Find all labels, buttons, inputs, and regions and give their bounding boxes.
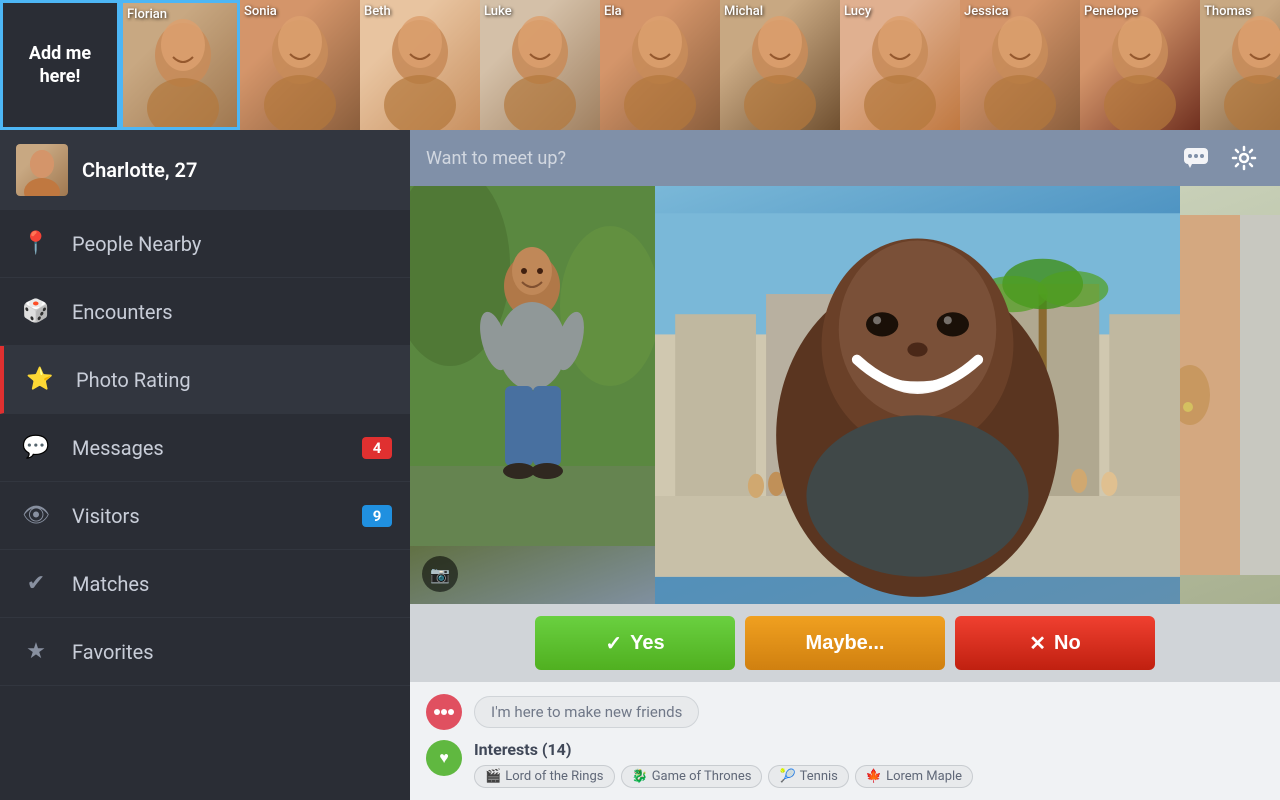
nav-icon-matches: ✔ [18,566,54,602]
sidebar-profile[interactable]: Charlotte, 27 [0,130,410,210]
sidebar-item-visitors[interactable]: 👁 Visitors 9 [0,482,410,550]
maybe-button[interactable]: Maybe... [745,616,945,670]
nav-label-messages: Messages [72,436,362,460]
top-person-lucy[interactable]: Lucy [840,0,960,130]
sidebar-item-favorites[interactable]: ★ Favorites [0,618,410,686]
interest-tag: 🎾Tennis [768,765,848,788]
badge-visitors: 9 [362,505,392,527]
top-person-florian[interactable]: Florian [120,0,240,130]
photo-right[interactable] [655,186,1180,604]
photo-left[interactable]: 📷 [410,186,655,604]
photos-area: 📷 [410,186,1280,604]
nav-label-people-nearby: People Nearby [72,232,392,256]
nav-icon-visitors: 👁 [18,498,54,534]
top-person-luke[interactable]: Luke [480,0,600,130]
avatar [16,144,68,196]
nav-icon-encounters: 🎲 [18,294,54,330]
top-person-jessica[interactable]: Jessica [960,0,1080,130]
top-strip: Add me here! Florian [0,0,1280,130]
nav-icon-photo-rating: ⭐ [22,362,58,398]
nav-label-matches: Matches [72,572,392,596]
badge-messages: 4 [362,437,392,459]
sidebar-item-encounters[interactable]: 🎲 Encounters [0,278,410,346]
no-button[interactable]: ✕ No [955,616,1155,670]
maybe-label: Maybe... [806,632,885,655]
interests-row: ♥ Interests (14) 🎬Lord of the Rings 🐉Game… [426,740,1264,788]
nav-label-favorites: Favorites [72,640,392,664]
status-text: I'm here to make new friends [474,696,699,728]
interests-tags: 🎬Lord of the Rings 🐉Game of Thrones🎾Tenni… [474,765,1264,788]
content-area: Want to meet up? [410,130,1280,800]
camera-icon[interactable]: 📷 [422,556,458,592]
interest-tag: 🐉Game of Thrones [621,765,763,788]
nav-icon-people-nearby: 📍 [18,226,54,262]
yes-button[interactable]: ✓ Yes [535,616,735,670]
nav-icon-messages: 💬 [18,430,54,466]
interests-content: Interests (14) 🎬Lord of the Rings 🐉Game o… [474,740,1264,788]
nav-icon-favorites: ★ [18,634,54,670]
sidebar-item-messages[interactable]: 💬 Messages 4 [0,414,410,482]
status-icon [426,694,462,730]
no-icon: ✕ [1029,631,1046,656]
nav-label-visitors: Visitors [72,504,362,528]
yes-label: Yes [630,632,664,655]
no-label: No [1054,632,1081,655]
action-buttons: ✓ Yes Maybe... ✕ No [410,604,1280,682]
top-persons-list: Florian Sonia [120,0,1280,130]
sidebar-item-people-nearby[interactable]: 📍 People Nearby [0,210,410,278]
yes-icon: ✓ [605,631,622,656]
top-person-ela[interactable]: Ela [600,0,720,130]
status-row: I'm here to make new friends [426,694,1264,730]
settings-icon-button[interactable] [1224,138,1264,178]
sidebar-item-photo-rating[interactable]: ⭐ Photo Rating [0,346,410,414]
add-me-button[interactable]: Add me here! [0,0,120,130]
interests-title: Interests (14) [474,740,1264,759]
content-header: Want to meet up? [410,130,1280,186]
header-search-text: Want to meet up? [426,148,1168,169]
main-layout: Charlotte, 27 📍 People Nearby 🎲 Encounte… [0,130,1280,800]
sidebar-item-matches[interactable]: ✔ Matches [0,550,410,618]
sidebar-nav: 📍 People Nearby 🎲 Encounters ⭐ Photo Rat… [0,210,410,686]
top-person-michal[interactable]: Michal [720,0,840,130]
profile-name: Charlotte, 27 [82,158,197,182]
profile-bottom: I'm here to make new friends ♥ Interests… [410,682,1280,800]
top-person-thomas[interactable]: Thomas [1200,0,1280,130]
interest-tag: 🎬Lord of the Rings [474,765,615,788]
top-person-penelope[interactable]: Penelope [1080,0,1200,130]
chat-icon-button[interactable] [1176,138,1216,178]
sidebar: Charlotte, 27 📍 People Nearby 🎲 Encounte… [0,130,410,800]
top-person-beth[interactable]: Beth [360,0,480,130]
nav-label-encounters: Encounters [72,300,392,324]
nav-label-photo-rating: Photo Rating [76,368,392,392]
photo-far-right [1180,186,1280,604]
interest-tag: 🍁Lorem Maple [855,765,973,788]
top-person-sonia[interactable]: Sonia [240,0,360,130]
interests-icon: ♥ [426,740,462,776]
add-me-label: Add me here! [29,42,91,89]
